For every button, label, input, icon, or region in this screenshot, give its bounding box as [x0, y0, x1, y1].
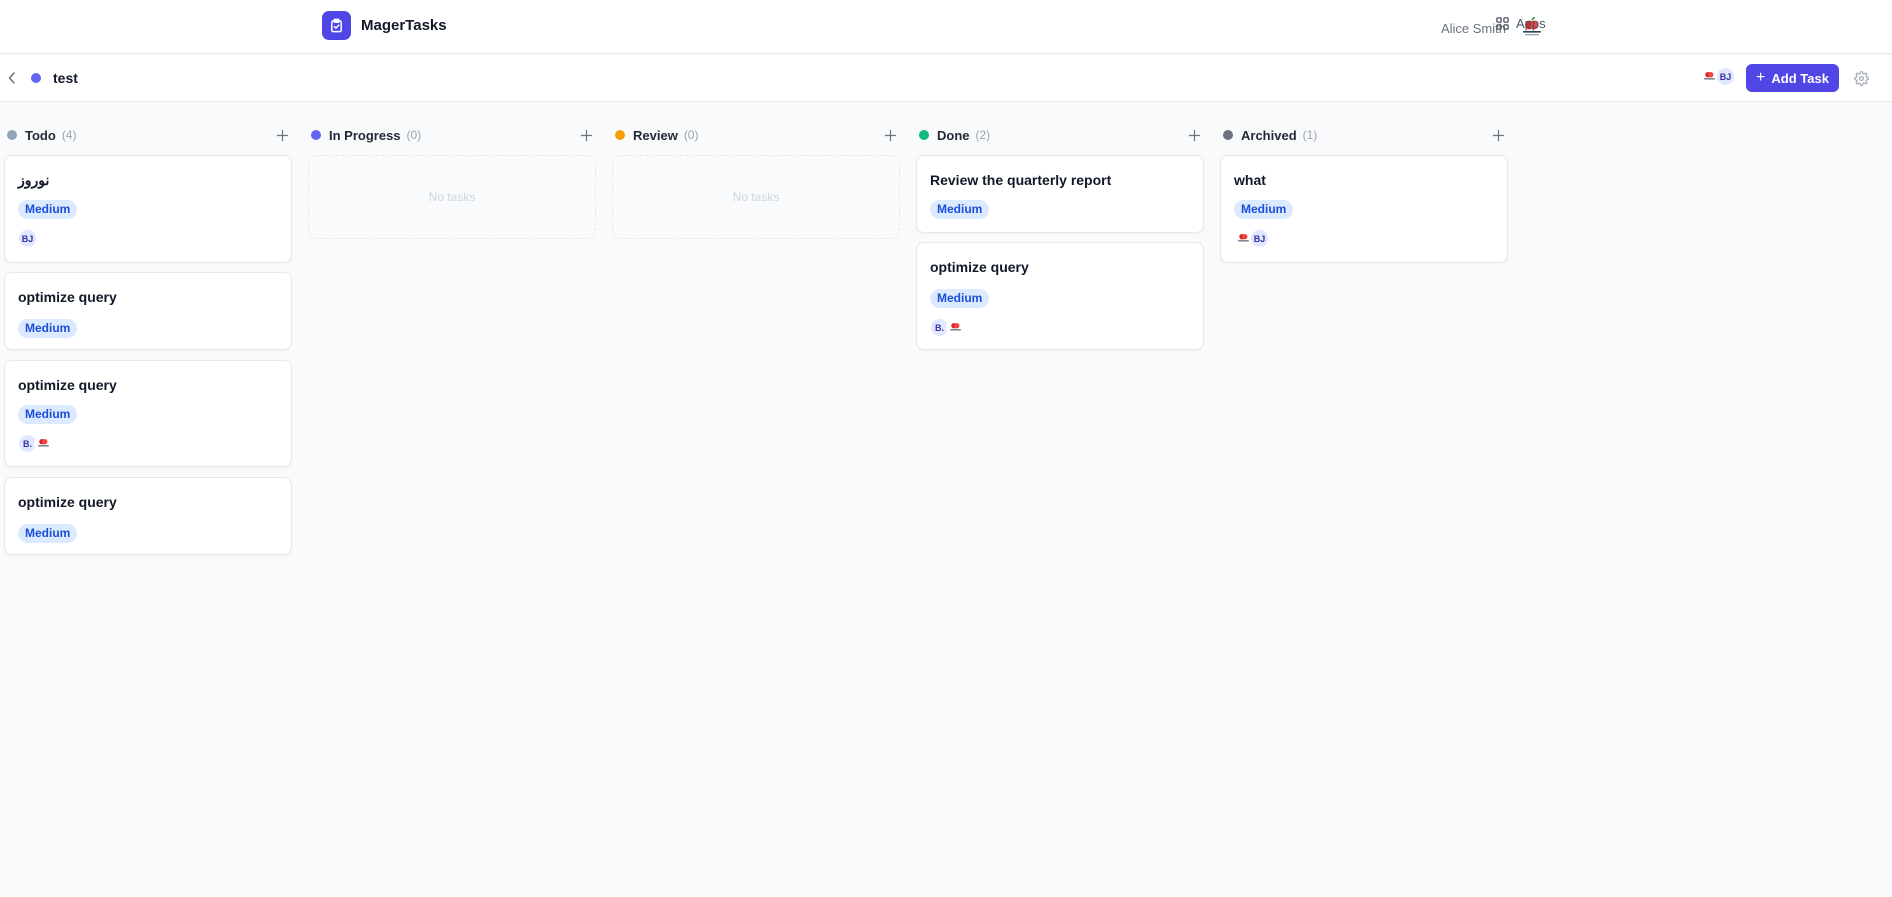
task-title: نوروز: [18, 172, 50, 188]
priority-badge: Medium: [18, 319, 78, 338]
column-status-dot: [919, 130, 929, 140]
grid-icon: [1496, 17, 1509, 30]
column-status-dot: [1223, 130, 1233, 140]
column-add-task-button[interactable]: [1184, 125, 1204, 145]
brand[interactable]: MagerTasks: [322, 11, 447, 40]
column-todo: Todo (4) نوروز Medium BJ optimize query …: [4, 117, 292, 555]
task-assignees: BJ: [18, 229, 37, 248]
column-title: Todo: [25, 127, 56, 143]
priority-badge: Medium: [1234, 200, 1294, 219]
task-card[interactable]: optimize query Medium B.: [4, 360, 292, 467]
plus-icon: [1188, 129, 1200, 141]
priority-badge: Medium: [18, 405, 78, 424]
column-add-task-button[interactable]: [1488, 125, 1508, 145]
gear-icon: [1853, 70, 1869, 86]
task-assignees: B.: [930, 318, 965, 337]
plus-icon: [1492, 129, 1504, 141]
project-title: test: [53, 70, 78, 86]
member-avatar-initials: BJ: [1716, 67, 1735, 86]
column-header: In Progress (0): [308, 117, 596, 153]
plus-icon: [580, 129, 592, 141]
column-archived: Archived (1) what Medium BJ: [1220, 117, 1508, 263]
clipboard-check-icon: [322, 11, 351, 40]
project-color-dot: [31, 73, 41, 83]
task-title: optimize query: [930, 259, 1029, 275]
column-add-task-button[interactable]: [576, 125, 596, 145]
chevron-left-icon: [8, 72, 15, 84]
assignee-avatar-apple-logo: [946, 318, 965, 337]
task-card[interactable]: optimize query Medium: [4, 272, 292, 350]
column-add-task-button[interactable]: [880, 125, 900, 145]
back-button[interactable]: [5, 69, 19, 87]
column-title: Done: [937, 127, 970, 143]
column-done: Done (2) Review the quarterly report Med…: [916, 117, 1204, 350]
priority-badge: Medium: [930, 200, 990, 219]
task-card[interactable]: what Medium BJ: [1220, 155, 1508, 263]
task-title: Review the quarterly report: [930, 172, 1112, 188]
column-review: Review (0) No tasks: [612, 117, 900, 239]
task-card[interactable]: optimize query Medium: [4, 477, 292, 555]
column-header: Review (0): [612, 117, 900, 153]
column-count: (0): [406, 128, 422, 142]
column-count: (0): [683, 128, 699, 142]
column-add-task-button[interactable]: [272, 125, 292, 145]
board-header: test BJ + Add Task: [0, 55, 1892, 102]
empty-column-placeholder: No tasks: [612, 155, 900, 239]
task-title: optimize query: [18, 289, 117, 305]
empty-column-placeholder: No tasks: [308, 155, 596, 239]
assignee-avatar: BJ: [18, 229, 37, 248]
top-navbar: MagerTasks Alice Smith Apps: [0, 0, 1892, 54]
task-assignees: BJ: [1234, 229, 1269, 248]
column-title: Review: [633, 127, 678, 143]
priority-badge: Medium: [18, 200, 78, 219]
assignee-avatar-apple-logo: [34, 434, 53, 453]
column-header: Done (2): [916, 117, 1204, 153]
settings-button[interactable]: [1852, 69, 1870, 87]
column-title: In Progress: [329, 127, 401, 143]
column-count: (4): [61, 128, 77, 142]
add-task-button[interactable]: + Add Task: [1746, 64, 1839, 92]
column-status-dot: [615, 130, 625, 140]
column-status-dot: [7, 130, 17, 140]
priority-badge: Medium: [18, 524, 78, 543]
apps-button[interactable]: Apps: [1495, 16, 1546, 31]
plus-icon: +: [1756, 69, 1766, 86]
column-header: Todo (4): [4, 117, 292, 153]
task-assignees: B.: [18, 434, 53, 453]
app-name: MagerTasks: [361, 17, 447, 34]
task-card[interactable]: نوروز Medium BJ: [4, 155, 292, 263]
task-title: what: [1234, 172, 1266, 188]
task-card[interactable]: Review the quarterly report Medium: [916, 155, 1204, 233]
plus-icon: [276, 129, 288, 141]
column-status-dot: [311, 130, 321, 140]
column-count: (2): [975, 128, 991, 142]
task-card[interactable]: optimize query Medium B.: [916, 242, 1204, 350]
plus-icon: [884, 129, 896, 141]
project-members[interactable]: BJ: [1700, 67, 1735, 86]
column-in-progress: In Progress (0) No tasks: [308, 117, 596, 239]
column-header: Archived (1): [1220, 117, 1508, 153]
assignee-avatar: BJ: [1250, 229, 1269, 248]
priority-badge: Medium: [930, 289, 990, 308]
add-task-label: Add Task: [1771, 70, 1829, 86]
column-title: Archived: [1241, 127, 1297, 143]
column-count: (1): [1302, 128, 1318, 142]
task-title: optimize query: [18, 377, 117, 393]
apps-label: Apps: [1516, 16, 1546, 31]
task-title: optimize query: [18, 494, 117, 510]
